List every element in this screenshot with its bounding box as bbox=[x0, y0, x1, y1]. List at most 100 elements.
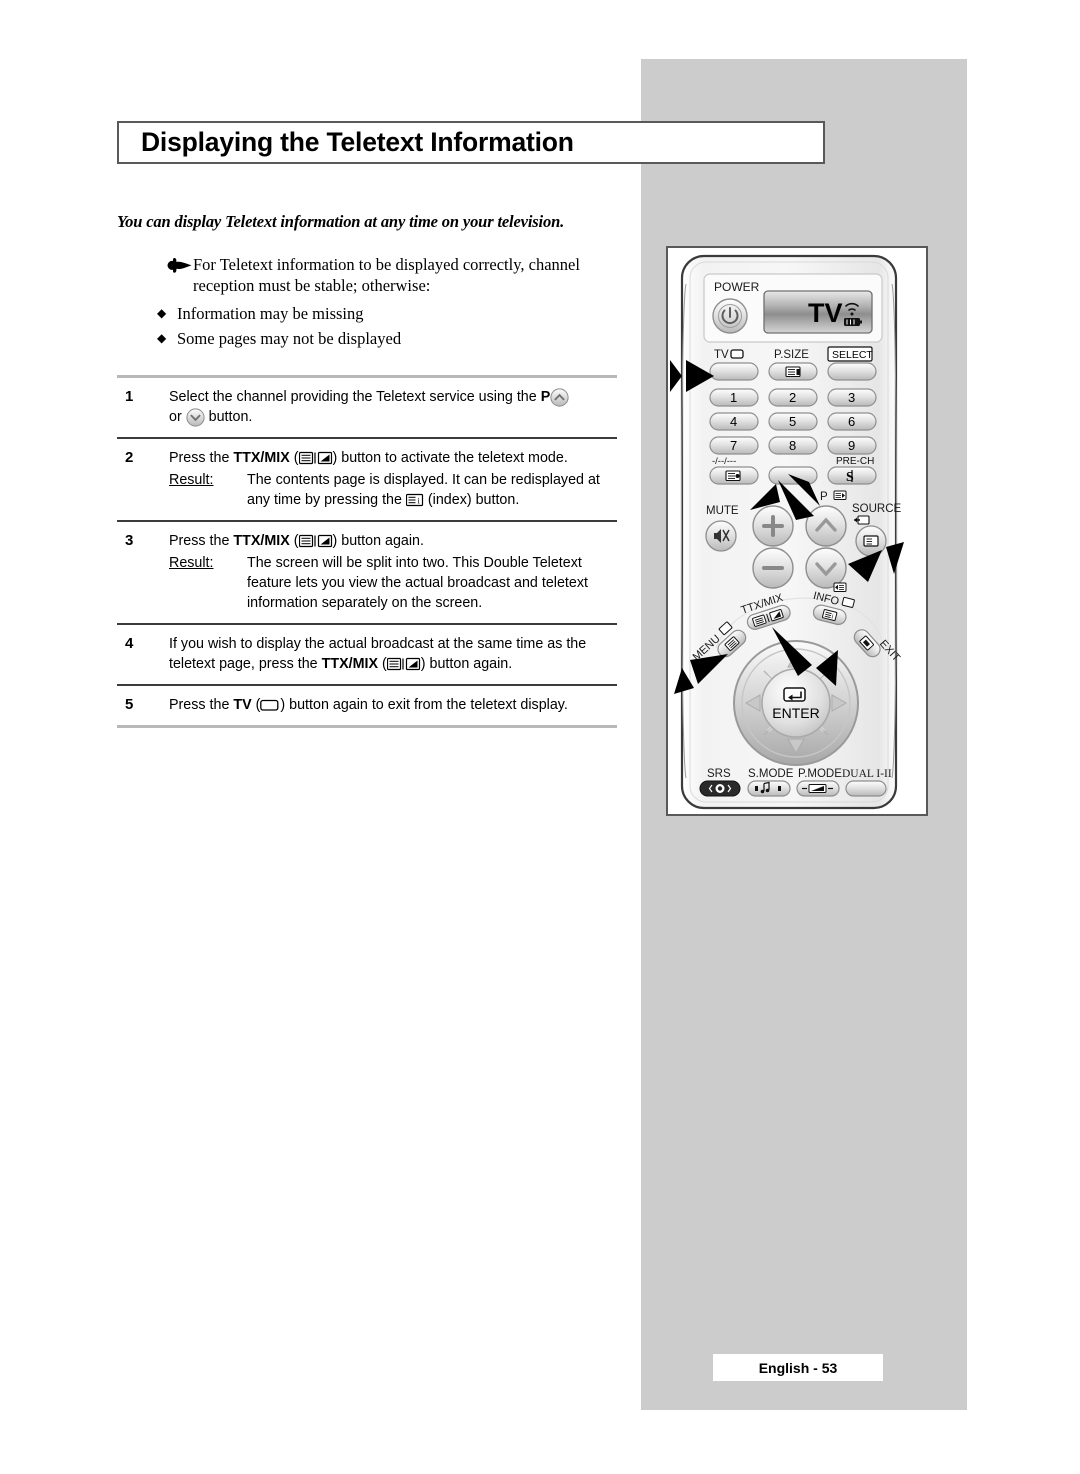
svg-text:8: 8 bbox=[789, 438, 796, 453]
result-text: The contents page is displayed. It can b… bbox=[247, 470, 617, 510]
step-number: 4 bbox=[125, 635, 134, 652]
channel-down-button bbox=[805, 547, 847, 589]
table-row: 5 Press the TV ( ) button again to exit … bbox=[117, 686, 617, 725]
diamond-icon: ◆ bbox=[157, 331, 167, 345]
table-row: 3 Press the TTX/MIX ( ) button again. Re… bbox=[117, 522, 617, 623]
diamond-icon: ◆ bbox=[157, 306, 167, 320]
steps-table: 1 Select the channel providing the Telet… bbox=[117, 375, 617, 728]
note-text: For Teletext information to be displayed… bbox=[193, 255, 580, 295]
bullet-item: ◆ Some pages may not be displayed bbox=[157, 328, 617, 349]
remote-control-svg: POWER TV TV P.SIZE SELECT 1 2 3 4 5 6 7 … bbox=[670, 254, 904, 810]
step-text: Press the TTX/MIX ( ) button again. Resu… bbox=[169, 531, 617, 613]
srs-label: SRS bbox=[707, 768, 731, 780]
svg-text:5: 5 bbox=[789, 414, 796, 429]
result-row: Result: The contents page is displayed. … bbox=[169, 470, 617, 510]
step-text-c: button. bbox=[204, 409, 253, 425]
footer-label: English - 53 bbox=[758, 1359, 838, 1376]
numeric-keypad: 1 2 3 4 5 6 7 8 9 -/--/--- PRE-CH S bbox=[709, 388, 877, 485]
ttx-mix-icon bbox=[298, 534, 333, 548]
prech-icon: S bbox=[846, 470, 854, 485]
select-label: SELECT bbox=[832, 349, 873, 361]
smode-label: S.MODE bbox=[748, 768, 794, 780]
ttx-mix-icon bbox=[298, 451, 333, 465]
step-text: Press the TTX/MIX ( ) button to activate… bbox=[169, 448, 617, 510]
step-text-a: Select the channel providing the Teletex… bbox=[169, 389, 541, 405]
result-row: Result: The screen will be split into tw… bbox=[169, 553, 617, 613]
tv-psize-select-row: TV P.SIZE SELECT bbox=[709, 346, 877, 381]
remote-control-illustration: POWER TV TV P.SIZE SELECT 1 2 3 4 5 6 7 … bbox=[666, 246, 928, 816]
key-0 bbox=[768, 466, 818, 485]
key-label-ttxmix: TTX/MIX bbox=[233, 533, 290, 549]
footer-page-indicator: English - 53 bbox=[713, 1354, 883, 1381]
psize-label: P.SIZE bbox=[774, 349, 809, 361]
key-label-p: P bbox=[540, 389, 551, 405]
dash-icon bbox=[725, 470, 741, 482]
paren-close: ) bbox=[332, 450, 338, 466]
key-label-ttxmix: TTX/MIX bbox=[321, 656, 379, 672]
step5-tail: button again to exit from the teletext d… bbox=[289, 697, 568, 713]
pmode-label: P.MODE bbox=[798, 768, 842, 780]
enter-button bbox=[761, 668, 831, 738]
step2-lead: Press the bbox=[169, 450, 234, 466]
bullet-label: Information may be missing bbox=[177, 304, 364, 323]
tv-button bbox=[709, 362, 759, 381]
tv-button-icon bbox=[260, 698, 280, 711]
tv-screen-icon bbox=[730, 349, 744, 359]
page-title: Displaying the Teletext Information bbox=[141, 126, 574, 157]
prech-label: PRE-CH bbox=[836, 456, 874, 467]
source-icon bbox=[863, 535, 879, 547]
step-number: 3 bbox=[125, 532, 134, 549]
page-indicator-icon-2 bbox=[833, 582, 847, 592]
table-row: 2 Press the TTX/MIX ( ) button to activa… bbox=[117, 439, 617, 520]
page-title-box: Displaying the Teletext Information bbox=[117, 121, 825, 164]
key-label-ttxmix: TTX/MIX bbox=[233, 450, 290, 466]
page-up-icon bbox=[550, 388, 569, 407]
paren-close: ) bbox=[280, 697, 286, 713]
result-label: Result: bbox=[169, 472, 214, 488]
svg-text:3: 3 bbox=[848, 390, 855, 405]
step-text: Press the TV ( ) button again to exit fr… bbox=[169, 695, 617, 715]
ttx-mix-icon bbox=[386, 657, 421, 671]
battery-icon bbox=[844, 318, 862, 326]
mute-label: MUTE bbox=[706, 505, 739, 517]
svg-text:9: 9 bbox=[848, 438, 855, 453]
step-number: 5 bbox=[125, 696, 134, 713]
step3-tail: button again. bbox=[341, 533, 424, 549]
svg-text:6: 6 bbox=[848, 414, 855, 429]
intro-text: You can display Teletext information at … bbox=[117, 212, 565, 231]
signal-dot bbox=[850, 312, 854, 316]
step3-lead: Press the bbox=[169, 533, 234, 549]
enter-icon bbox=[783, 687, 806, 702]
power-label: POWER bbox=[714, 280, 760, 294]
step-text-b: or bbox=[169, 409, 186, 425]
p-label: P bbox=[820, 491, 828, 503]
table-row: 1 Select the channel providing the Telet… bbox=[117, 378, 617, 437]
enter-label: ENTER bbox=[772, 705, 819, 721]
bullet-item: ◆ Information may be missing bbox=[157, 303, 617, 324]
tv-label: TV bbox=[714, 349, 729, 361]
source-label: SOURCE bbox=[852, 503, 902, 515]
paren-close: ) bbox=[420, 656, 426, 672]
step-text: Select the channel providing the Teletex… bbox=[169, 387, 617, 427]
step-number: 1 bbox=[125, 388, 134, 405]
psize-icon bbox=[785, 366, 801, 378]
note-block: For Teletext information to be displayed… bbox=[167, 254, 617, 296]
bullet-label: Some pages may not be displayed bbox=[177, 329, 402, 348]
power-panel: POWER TV bbox=[703, 273, 883, 343]
key-label-tv: TV bbox=[233, 697, 252, 713]
step4-lead: If you wish to display the actual broadc… bbox=[169, 636, 587, 672]
step2-tail: button to activate the teletext mode. bbox=[341, 450, 568, 466]
result2-b: (index) button. bbox=[423, 492, 520, 508]
index-icon: i bbox=[405, 493, 424, 507]
rule-bottom bbox=[117, 725, 617, 728]
table-row: 4 If you wish to display the actual broa… bbox=[117, 625, 617, 684]
result-text: The screen will be split into two. This … bbox=[247, 555, 588, 611]
page-indicator-icon bbox=[833, 490, 847, 500]
result-label: Result: bbox=[169, 555, 214, 571]
dash-label: -/--/--- bbox=[712, 456, 736, 467]
note-bullets: ◆ Information may be missing ◆ Some page… bbox=[157, 303, 617, 349]
pointing-hand-icon bbox=[167, 257, 193, 279]
svg-text:7: 7 bbox=[730, 438, 737, 453]
paren-close: ) bbox=[332, 533, 338, 549]
step-text: If you wish to display the actual broadc… bbox=[169, 634, 617, 674]
